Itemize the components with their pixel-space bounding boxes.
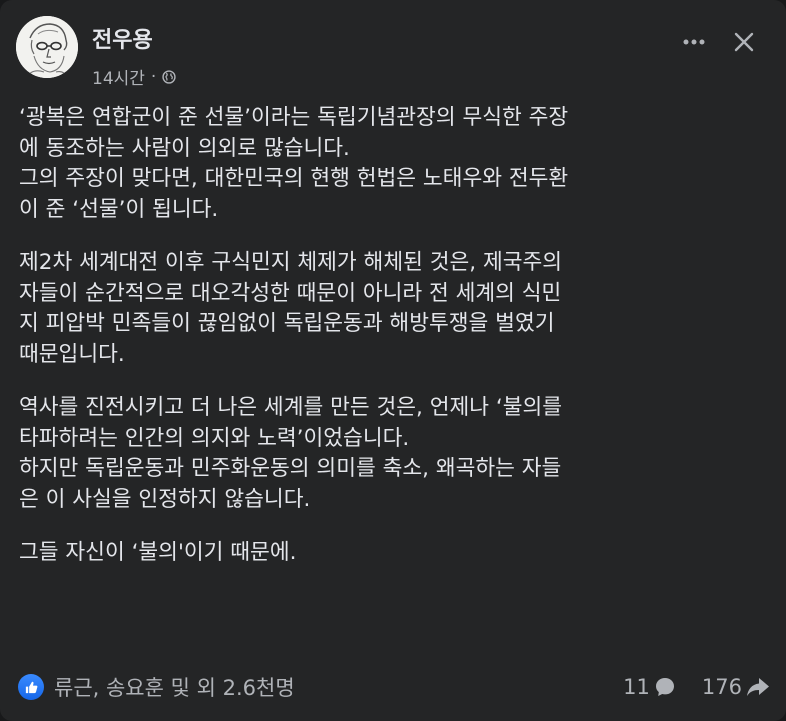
paragraph: 제2차 세계대전 이후 구식민지 체제가 해체된 것은, 제국주의 자들이 순간…	[19, 248, 769, 370]
paragraph: ‘광복은 연합군이 준 선물’이라는 독립기념관장의 무식한 주장 에 동조하는…	[19, 103, 769, 225]
text-line: 은 이 사실을 인정하지 않습니다.	[19, 486, 311, 512]
reactions-summary[interactable]: 류근, 송요훈 및 외 2.6천명	[18, 672, 295, 702]
comments-count: 11	[623, 675, 650, 699]
shares-count-button[interactable]: 176	[702, 675, 770, 699]
post-footer: 류근, 송요훈 및 외 2.6천명 11 176	[18, 670, 770, 704]
more-horizontal-icon	[683, 39, 705, 45]
engagement-stats: 11 176	[623, 675, 770, 699]
text-line: 제2차 세계대전 이후 구식민지 체제가 해체된 것은, 제국주의	[19, 250, 563, 275]
post-meta: 14시간 ·	[92, 64, 176, 89]
text-line: 그의 주장이 맞다면, 대한민국의 현행 헌법은 노태우와 전두환	[19, 166, 569, 191]
post-card: 전우용 14시간 · ‘광복은 연합군이 준 선물’이라는 독립기념관장의 무식…	[0, 0, 786, 721]
author-name[interactable]: 전우용	[92, 22, 153, 54]
globe-icon	[162, 69, 176, 84]
text-line: 자들이 순간적으로 대오각성한 때문이 아니라 전 세계의 식민	[19, 280, 562, 306]
paragraph: 그들 자신이 ‘불의'이기 때문에.	[19, 538, 769, 569]
shares-count: 176	[701, 675, 742, 699]
text-line: 이 준 ‘선물’이 됩니다.	[19, 196, 219, 222]
text-line: 때문입니다.	[19, 341, 125, 367]
like-icon	[18, 674, 44, 700]
meta-separator: ·	[150, 66, 157, 87]
paragraph: 역사를 진전시키고 더 나은 세계를 만든 것은, 언제나 ‘불의를 타파하려는…	[19, 393, 769, 515]
post-header: 전우용 14시간 ·	[16, 16, 770, 89]
comment-icon	[655, 678, 674, 696]
close-button[interactable]	[726, 24, 762, 60]
close-icon	[734, 32, 754, 52]
avatar-sketch-image	[16, 16, 78, 78]
text-line: 역사를 진전시키고 더 나은 세계를 만든 것은, 언제나 ‘불의를	[19, 395, 563, 420]
post-text: ‘광복은 연합군이 준 선물’이라는 독립기념관장의 무식한 주장 에 동조하는…	[19, 103, 769, 592]
comments-count-button[interactable]: 11	[623, 675, 676, 699]
text-line: 하지만 독립운동과 민주화운동의 의미를 축소, 왜곡하는 자들	[19, 456, 562, 481]
text-line: 타파하려는 인간의 의지와 노력’이었습니다.	[19, 425, 410, 451]
post-time[interactable]: 14시간	[92, 64, 145, 89]
text-line: 에 동조하는 사람이 의외로 많습니다.	[19, 135, 350, 161]
reactions-text: 류근, 송요훈 및 외 2.6천명	[54, 676, 295, 700]
text-line: 지 피압박 민족들이 끊임없이 독립운동과 해방투쟁을 벌였기	[19, 311, 555, 336]
author-avatar[interactable]	[16, 16, 78, 78]
text-line: ‘광복은 연합군이 준 선물’이라는 독립기념관장의 무식한 주장	[19, 105, 569, 130]
text-line: 그들 자신이 ‘불의'이기 때문에.	[19, 540, 297, 565]
share-icon	[747, 678, 769, 696]
more-options-button[interactable]	[676, 24, 712, 60]
